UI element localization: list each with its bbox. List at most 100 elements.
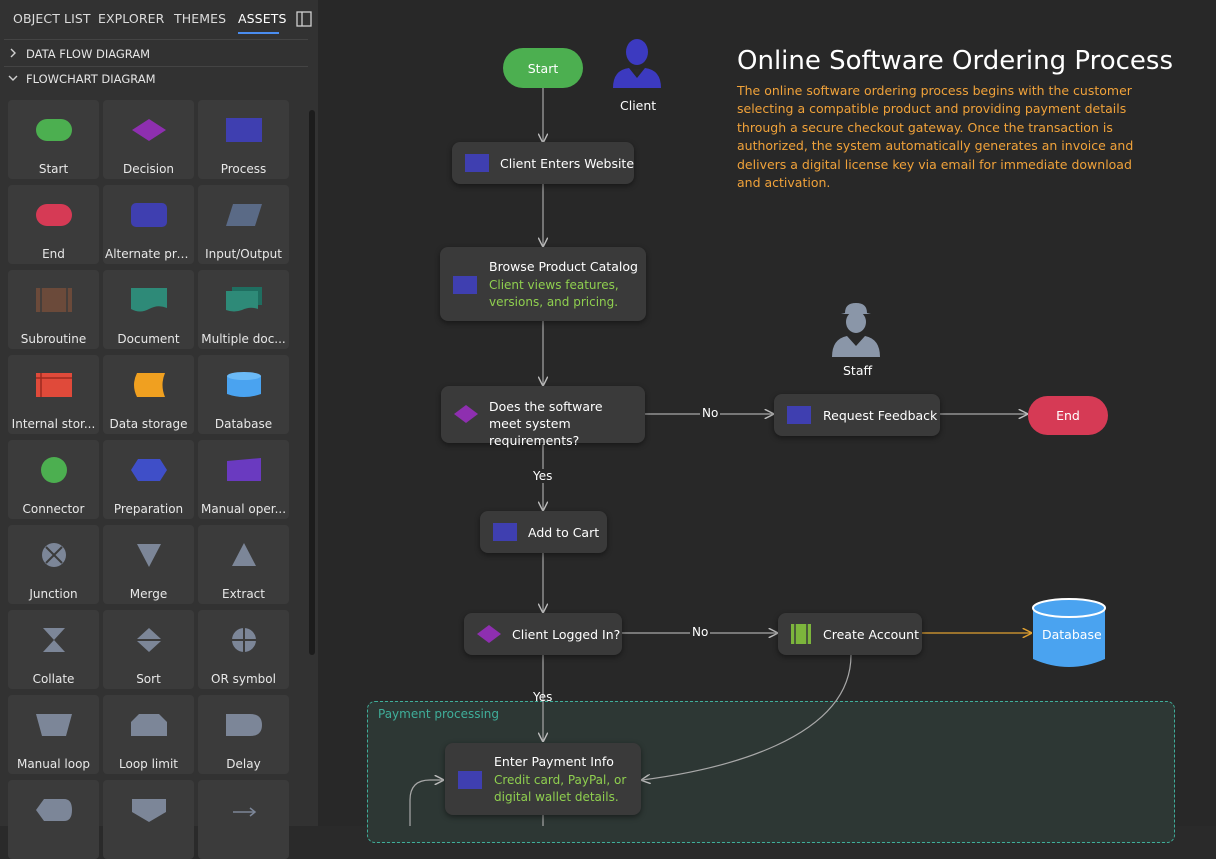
internal-storage-icon (35, 373, 72, 397)
shape-tile-process[interactable]: Process (198, 100, 289, 179)
shape-tile-document[interactable]: Document (103, 270, 194, 349)
sidebar-scrollbar[interactable] (309, 110, 315, 655)
preparation-hexagon-icon (130, 459, 167, 481)
multiple-documents-icon (225, 287, 262, 312)
active-tab-indicator (238, 32, 279, 34)
shape-tile-extract[interactable]: Extract (198, 525, 289, 604)
shape-tile-sort[interactable]: Sort (103, 610, 194, 689)
shape-label: Manual loop (16, 757, 91, 771)
node-title: Browse Product Catalog (489, 259, 638, 274)
section-flowchart-diagram[interactable]: FLOWCHART DIAGRAM (0, 69, 308, 91)
node-title: Create Account (823, 627, 919, 642)
node-subtitle: Client views features, versions, and pri… (489, 278, 619, 309)
shape-tile-manual-loop[interactable]: Manual loop (8, 695, 99, 774)
shape-tile-junction[interactable]: Junction (8, 525, 99, 604)
off-page-connector-icon (131, 799, 166, 822)
display-icon (35, 799, 72, 821)
node-enter-payment-info[interactable]: Enter Payment Info Credit card, PayPal, … (445, 743, 641, 815)
shape-tile-connector[interactable]: Connector (8, 440, 99, 519)
shape-tile-internal-storage[interactable]: Internal stor... (8, 355, 99, 434)
section-data-flow-diagram[interactable]: DATA FLOW DIAGRAM (0, 44, 308, 66)
tab-assets[interactable]: ASSETS (238, 11, 287, 26)
shape-tile-database[interactable]: Database (198, 355, 289, 434)
connector-circle-icon (40, 457, 67, 483)
decision-icon (477, 625, 501, 643)
node-title: Does the software meet system requiremen… (489, 399, 603, 448)
shape-tile-or-symbol[interactable]: OR symbol (198, 610, 289, 689)
shape-tile-multiple-documents[interactable]: Multiple doc... (198, 270, 289, 349)
node-client-logged-in-decision[interactable]: Client Logged In? (464, 613, 622, 655)
shape-label: Process (220, 162, 267, 176)
decision-diamond-icon (131, 119, 166, 141)
shape-tile-data-storage[interactable]: Data storage (103, 355, 194, 434)
subroutine-icon (791, 624, 811, 644)
process-icon (465, 154, 489, 172)
node-client-enters-website[interactable]: Client Enters Website (452, 142, 634, 184)
shape-label: Internal stor... (11, 417, 96, 431)
section-label: DATA FLOW DIAGRAM (26, 47, 151, 61)
shape-tile-collate[interactable]: Collate (8, 610, 99, 689)
node-title: Add to Cart (528, 525, 600, 540)
staff-actor-icon[interactable] (829, 301, 883, 359)
end-node[interactable]: End (1028, 396, 1108, 435)
shape-tile-subroutine[interactable]: Subroutine (8, 270, 99, 349)
shape-tile-delay[interactable]: Delay (198, 695, 289, 774)
assets-sidebar: OBJECT LIST EXPLORER THEMES ASSETS DATA … (0, 0, 318, 859)
shape-label: Data storage (109, 417, 188, 431)
shape-label: Merge (129, 587, 168, 601)
shape-tile-start[interactable]: Start (8, 100, 99, 179)
staff-actor-label: Staff (843, 363, 873, 378)
edge-label-no: No (700, 406, 721, 420)
node-create-account[interactable]: Create Account (778, 613, 922, 655)
shape-label: Extract (222, 587, 265, 601)
diagram-description[interactable]: The online software ordering process beg… (737, 82, 1157, 192)
shape-tile-off-page-connector[interactable] (103, 780, 194, 859)
database-cylinder-icon (226, 372, 261, 397)
chevron-right-icon (10, 48, 16, 58)
shape-label: Manual oper... (200, 502, 287, 516)
start-node[interactable]: Start (503, 48, 583, 88)
tab-themes[interactable]: THEMES (174, 11, 226, 26)
shape-tile-decision[interactable]: Decision (103, 100, 194, 179)
node-title: Client Enters Website (500, 156, 635, 171)
manual-loop-icon (35, 714, 72, 736)
client-actor-icon[interactable] (609, 36, 665, 90)
shape-label: Multiple doc... (201, 332, 286, 346)
shape-label: Start (38, 162, 69, 176)
shape-label: Preparation (113, 502, 184, 516)
alternate-process-icon (130, 203, 167, 227)
shape-label: Alternate pro... (105, 247, 192, 261)
shape-tile-display[interactable] (8, 780, 99, 859)
document-icon (130, 288, 167, 312)
divider (4, 39, 308, 40)
shape-tile-arrow[interactable] (198, 780, 289, 859)
tab-object-list[interactable]: OBJECT LIST (13, 11, 91, 26)
shape-tile-input-output[interactable]: Input/Output (198, 185, 289, 264)
manual-operation-icon (226, 458, 261, 481)
shape-label: Collate (32, 672, 75, 686)
node-meets-requirements-decision[interactable]: Does the software meet system requiremen… (441, 386, 645, 448)
panel-toggle-icon[interactable] (296, 11, 312, 27)
decision-icon (454, 405, 478, 423)
merge-triangle-icon (136, 544, 161, 567)
shape-tile-alternate-process[interactable]: Alternate pro... (103, 185, 194, 264)
node-title: Enter Payment Info (494, 754, 614, 769)
process-rect-icon (225, 118, 262, 142)
shape-tile-loop-limit[interactable]: Loop limit (103, 695, 194, 774)
node-browse-product-catalog[interactable]: Browse Product Catalog Client views feat… (440, 247, 646, 321)
tab-explorer[interactable]: EXPLORER (98, 11, 164, 26)
start-terminator-icon (35, 119, 72, 141)
extract-triangle-icon (231, 543, 256, 566)
shape-tile-end[interactable]: End (8, 185, 99, 264)
node-add-to-cart[interactable]: Add to Cart (480, 511, 607, 553)
node-subtitle: Credit card, PayPal, or digital wallet d… (494, 773, 627, 804)
shape-tile-preparation[interactable]: Preparation (103, 440, 194, 519)
shape-tile-merge[interactable]: Merge (103, 525, 194, 604)
shape-label: Database (214, 417, 273, 431)
edge-label-yes: Yes (531, 469, 555, 483)
node-request-feedback[interactable]: Request Feedback (774, 394, 940, 436)
chevron-down-icon (8, 75, 18, 81)
shape-label: Sort (136, 672, 161, 686)
shape-tile-manual-operation[interactable]: Manual oper... (198, 440, 289, 519)
diagram-title[interactable]: Online Software Ordering Process (737, 46, 1173, 76)
